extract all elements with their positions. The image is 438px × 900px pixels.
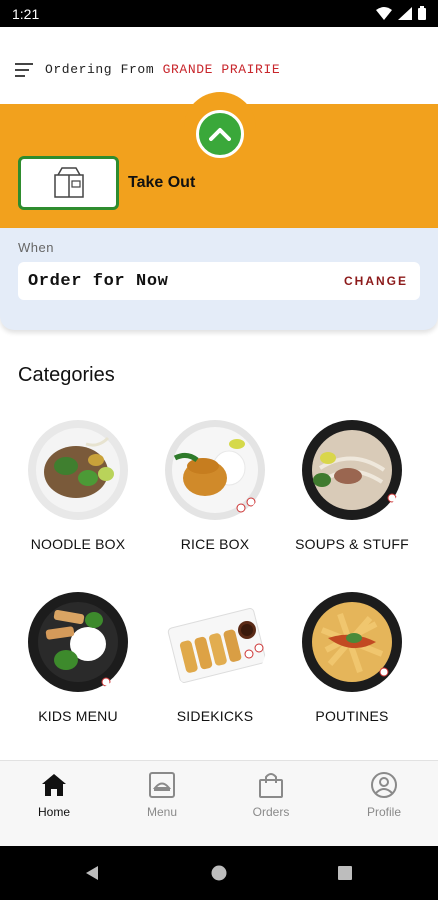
- category-label: SOUPS & STUFF: [295, 536, 409, 552]
- profile-icon: [371, 772, 397, 798]
- category-label: NOODLE BOX: [30, 536, 126, 552]
- signal-icon: [398, 6, 412, 20]
- category-poutines[interactable]: POUTINES: [280, 590, 420, 750]
- ordering-from-label[interactable]: Ordering From GRANDE PRAIRIE: [45, 62, 280, 77]
- rice-box-image: [165, 420, 265, 520]
- home-icon: [42, 774, 66, 796]
- nav-label: Home: [37, 805, 70, 819]
- soups-and-stuff-image: [302, 420, 402, 520]
- battery-icon: [418, 6, 426, 20]
- change-time-button[interactable]: CHANGE: [344, 274, 408, 288]
- hamburger-menu-icon[interactable]: [15, 62, 35, 78]
- back-icon[interactable]: [84, 865, 100, 881]
- category-soups-and-stuff[interactable]: SOUPS & STUFF: [280, 418, 420, 578]
- menu-tray-icon: [149, 772, 175, 798]
- category-rice-box[interactable]: RICE BOX: [143, 418, 283, 578]
- nav-menu[interactable]: Menu: [122, 771, 202, 831]
- order-time-field[interactable]: Order for Now CHANGE: [18, 262, 420, 300]
- location-name: GRANDE PRAIRIE: [162, 62, 281, 77]
- category-noodle-box[interactable]: NOODLE BOX: [6, 418, 146, 578]
- poutines-image: [302, 592, 402, 692]
- sidekicks-image: [167, 608, 267, 683]
- noodle-box-image: [28, 420, 128, 520]
- chevron-up-icon: [209, 128, 231, 141]
- nav-label: Orders: [252, 805, 290, 819]
- system-navigation-bar: [0, 846, 438, 900]
- nav-label: Profile: [366, 805, 401, 819]
- order-type-label: Take Out: [128, 174, 196, 191]
- kids-menu-image: [28, 592, 128, 692]
- nav-home[interactable]: Home: [14, 771, 94, 831]
- when-label: When: [18, 240, 54, 255]
- status-time: 1:21: [12, 6, 40, 22]
- wifi-icon: [376, 6, 392, 20]
- home-circle-icon[interactable]: [211, 865, 227, 881]
- order-time-value: Order for Now: [28, 272, 169, 291]
- categories-title: Categories: [18, 364, 115, 386]
- category-label: POUTINES: [315, 708, 389, 724]
- nav-profile[interactable]: Profile: [344, 771, 424, 831]
- category-sidekicks[interactable]: SIDEKICKS: [143, 590, 283, 750]
- ordering-prefix: Ordering From: [45, 62, 155, 77]
- category-label: SIDEKICKS: [176, 708, 254, 724]
- recents-icon[interactable]: [338, 866, 352, 880]
- bottom-navigation: Home Menu Orders Profile: [0, 760, 438, 846]
- takeout-box-icon: [53, 167, 84, 198]
- category-label: KIDS MENU: [38, 708, 118, 724]
- status-bar: 1:21: [0, 0, 438, 27]
- nav-label: Menu: [146, 805, 178, 819]
- category-kids-menu[interactable]: KIDS MENU: [6, 590, 146, 750]
- shopping-bag-icon: [259, 773, 283, 798]
- status-icons: [376, 6, 426, 20]
- nav-orders[interactable]: Orders: [231, 771, 311, 831]
- category-label: RICE BOX: [180, 536, 250, 552]
- collapse-button[interactable]: [196, 110, 244, 158]
- takeout-option[interactable]: [18, 156, 119, 210]
